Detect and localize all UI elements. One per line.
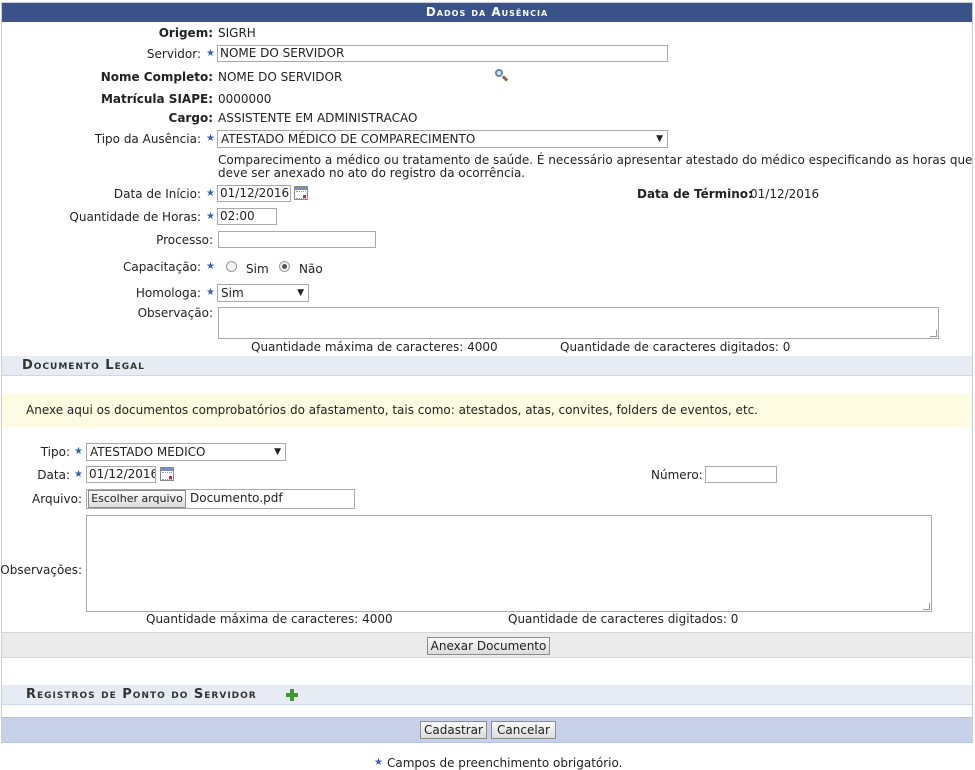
resize-handle-icon[interactable] xyxy=(923,603,930,610)
matricula-label: Matrícula SIAPE: xyxy=(100,92,213,106)
anexar-documento-button[interactable]: Anexar Documento xyxy=(427,637,550,655)
dropdown-arrow-icon: ▼ xyxy=(274,447,281,457)
capacitacao-label: Capacitação: xyxy=(122,260,201,274)
doc-arquivo-label: Arquivo: xyxy=(32,492,82,506)
tipo-ausencia-selected: ATESTADO MÉDICO DE COMPARECIMENTO xyxy=(221,132,476,146)
doc-arquivo-field: Escolher arquivo Documento.pdf xyxy=(86,489,355,509)
capacitacao-sim-radio[interactable] xyxy=(226,261,237,272)
calendar-icon[interactable] xyxy=(294,186,308,200)
search-icon[interactable] xyxy=(495,69,509,82)
doc-observacoes-typed-chars: Quantidade de caracteres digitados: 0 xyxy=(508,612,739,626)
homologa-select[interactable]: Sim ▼ xyxy=(217,284,309,302)
tipo-ausencia-label: Tipo da Ausência: xyxy=(94,132,201,146)
cargo-label: Cargo: xyxy=(168,111,213,125)
processo-input[interactable] xyxy=(218,231,376,248)
quantidade-horas-input[interactable]: 02:00 xyxy=(217,208,277,225)
actions-bar xyxy=(2,717,972,743)
matricula-value: 0000000 xyxy=(218,92,272,106)
required-star-icon: ★ xyxy=(206,188,215,199)
tipo-ausencia-description-1: Comparecimento a médico ou tratamento de… xyxy=(218,153,973,167)
capacitacao-nao-label: Não xyxy=(299,262,323,276)
resize-handle-icon[interactable] xyxy=(930,330,937,337)
required-fields-note: Campos de preenchimento obrigatório. xyxy=(387,756,623,770)
nome-completo-value: NOME DO SERVIDOR xyxy=(218,70,343,84)
origem-value: SIGRH xyxy=(218,26,256,40)
cargo-value: ASSISTENTE EM ADMINISTRACAO xyxy=(218,111,418,125)
required-star-icon: ★ xyxy=(74,446,83,457)
page-title: Dados da Ausência xyxy=(2,3,972,22)
doc-numero-input[interactable] xyxy=(705,466,777,483)
dropdown-arrow-icon: ▼ xyxy=(656,134,663,144)
data-inicio-label: Data de Início: xyxy=(113,187,201,201)
cadastrar-button[interactable]: Cadastrar xyxy=(420,721,487,739)
observacao-typed-chars: Quantidade de caracteres digitados: 0 xyxy=(560,340,791,354)
capacitacao-sim-label: Sim xyxy=(246,262,269,276)
required-star-icon: ★ xyxy=(206,133,215,144)
add-icon[interactable] xyxy=(286,689,298,701)
servidor-label: Servidor: xyxy=(146,47,201,61)
tipo-ausencia-select[interactable]: ATESTADO MÉDICO DE COMPARECIMENTO ▼ xyxy=(217,130,668,148)
registros-title: Registros de Ponto do Servidor xyxy=(26,687,257,702)
observacao-max-chars: Quantidade máxima de caracteres: 4000 xyxy=(251,340,498,354)
doc-data-input[interactable]: 01/12/2016 xyxy=(86,466,156,483)
documento-legal-header: Documento Legal xyxy=(2,356,972,376)
nome-completo-label: Nome Completo: xyxy=(100,70,213,84)
required-star-icon: ★ xyxy=(206,261,215,272)
data-inicio-input[interactable]: 01/12/2016 xyxy=(217,185,291,202)
cancelar-button[interactable]: Cancelar xyxy=(491,721,556,739)
processo-label: Processo: xyxy=(156,233,213,247)
doc-tipo-select[interactable]: ATESTADO MEDICO ▼ xyxy=(86,443,286,461)
required-star-icon: ★ xyxy=(374,757,383,768)
doc-tipo-label: Tipo: xyxy=(40,445,70,459)
choose-file-button[interactable]: Escolher arquivo xyxy=(88,490,186,508)
doc-observacoes-label: Observações: xyxy=(0,563,82,577)
required-star-icon: ★ xyxy=(206,287,215,298)
required-star-icon: ★ xyxy=(206,211,215,222)
origem-label: Origem: xyxy=(158,26,213,40)
homologa-label: Homologa: xyxy=(135,286,201,300)
doc-observacoes-textarea[interactable] xyxy=(86,515,932,612)
data-termino-value: 01/12/2016 xyxy=(750,187,820,201)
doc-observacoes-max-chars: Quantidade máxima de caracteres: 4000 xyxy=(146,612,393,626)
doc-arquivo-filename: Documento.pdf xyxy=(190,491,283,505)
homologa-selected: Sim xyxy=(221,286,244,300)
observacao-textarea[interactable] xyxy=(218,307,939,339)
observacao-label: Observação: xyxy=(137,306,213,320)
servidor-input[interactable]: NOME DO SERVIDOR xyxy=(217,45,668,62)
doc-numero-label: Número: xyxy=(651,468,703,482)
dropdown-arrow-icon: ▼ xyxy=(297,288,304,298)
calendar-icon[interactable] xyxy=(160,467,174,481)
required-star-icon: ★ xyxy=(206,48,215,59)
doc-data-label: Data: xyxy=(37,468,70,482)
doc-tipo-selected: ATESTADO MEDICO xyxy=(90,445,206,459)
required-star-icon: ★ xyxy=(74,469,83,480)
quantidade-horas-label: Quantidade de Horas: xyxy=(69,210,201,224)
capacitacao-nao-radio[interactable] xyxy=(279,261,290,272)
documento-legal-notice: Anexe aqui os documentos comprobatórios … xyxy=(2,393,972,427)
registros-header: Registros de Ponto do Servidor xyxy=(2,685,972,705)
tipo-ausencia-description-2: deve ser anexado no ato do registro da o… xyxy=(218,166,526,180)
data-termino-label: Data de Término: xyxy=(637,187,753,201)
